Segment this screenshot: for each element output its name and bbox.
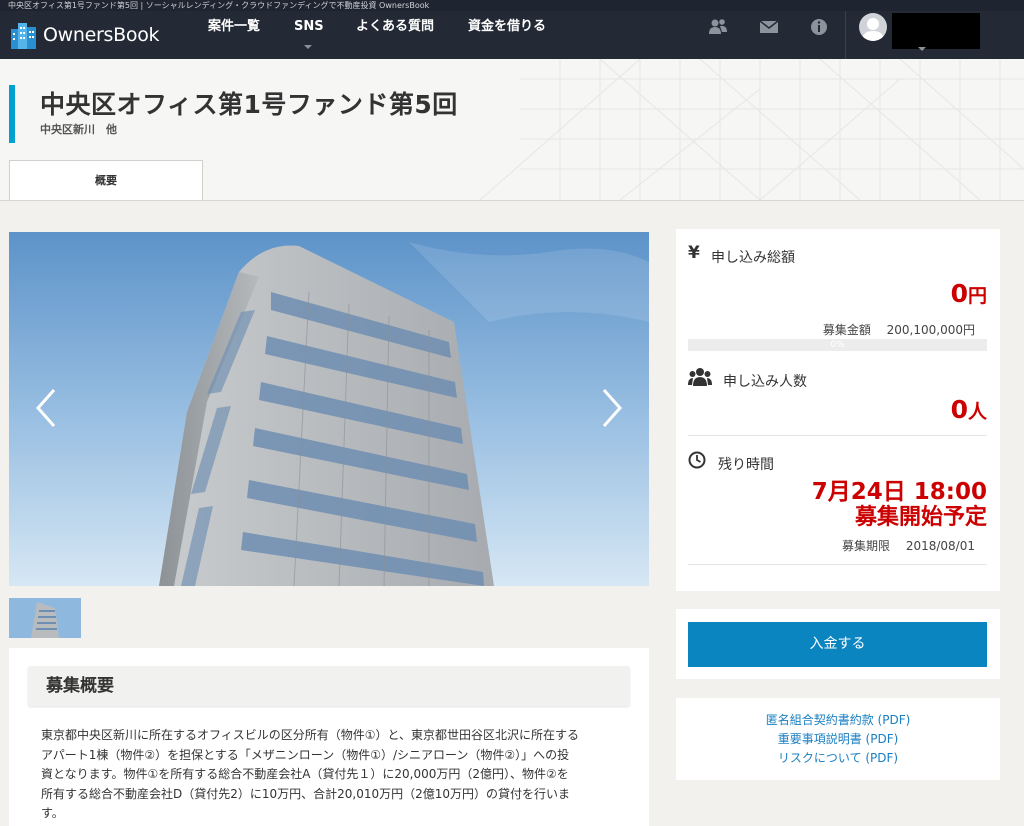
overview-line: 東京都中央区新川に所在するオフィスビルの区分所有（物件①）と、東京都世田谷区北沢…	[41, 728, 580, 742]
total-amount-number: 0	[950, 279, 968, 308]
overview-line: す。	[41, 806, 64, 820]
user-name-redacted[interactable]	[892, 13, 980, 49]
carousel-prev-arrow-icon[interactable]	[34, 388, 58, 428]
nav-item-borrow[interactable]: 資金を借りる	[468, 11, 546, 59]
investors-number: 0	[950, 395, 968, 424]
progress-bar: 0%	[688, 339, 987, 351]
link-contract-terms[interactable]: 匿名組合契約書約款 (PDF)	[676, 711, 1000, 728]
overview-line: 資となります。物件①を所有する総合不動産会社A（貸付先１）に20,000万円（2…	[41, 767, 569, 781]
deadline-value: 2018/08/01	[905, 539, 975, 553]
photo-thumbnail[interactable]	[9, 598, 81, 638]
yen-icon: ¥	[688, 243, 700, 263]
total-amount-value: 0円	[951, 279, 987, 308]
start-status: 募集開始予定	[854, 505, 987, 530]
people-icon	[688, 367, 712, 391]
deposit-button[interactable]: 入金する	[688, 622, 987, 667]
browser-title: 中央区オフィス第1号ファンド第5回 | ソーシャルレンディング・クラウドファンデ…	[0, 0, 1024, 11]
nav-label: SNS	[294, 19, 324, 34]
overview-section: 募集概要 東京都中央区新川に所在するオフィスビルの区分所有（物件①）と、東京都世…	[9, 648, 649, 826]
total-amount-unit: 円	[967, 285, 987, 307]
nav-label: よくある質問	[356, 19, 435, 34]
deadline-label: 募集期限	[841, 539, 890, 553]
overview-line: 所有する総合不動産会社D（貸付先2）に10万円、合計20,010万円（2億10万…	[41, 786, 571, 801]
start-datetime: 7月24日 18:00	[811, 479, 987, 505]
remaining-time-label: 残り時間	[718, 457, 774, 473]
carousel-next-arrow-icon[interactable]	[600, 388, 624, 428]
nav-label: 案件一覧	[208, 19, 261, 34]
nav-item-faq[interactable]: よくある質問	[356, 11, 434, 59]
deposit-box: 入金する	[676, 609, 1000, 679]
chevron-down-icon	[304, 45, 312, 49]
property-photo	[9, 232, 649, 586]
nav-item-sns[interactable]: SNS	[294, 11, 324, 59]
user-menu-chevron-icon[interactable]	[918, 47, 926, 51]
target-amount: 募集金額 200,100,000円	[823, 321, 975, 338]
nav-divider	[845, 11, 846, 59]
tab-overview[interactable]: 概要	[9, 160, 203, 200]
deadline: 募集期限 2018/08/01	[842, 537, 975, 554]
section-heading: 募集概要	[28, 666, 630, 706]
investors-value: 0人	[951, 395, 987, 424]
logo[interactable]: OwnersBook	[9, 19, 160, 51]
progress-text: 0%	[830, 340, 845, 350]
logo-building-icon	[9, 21, 39, 49]
target-amount-label: 募集金額	[822, 323, 871, 337]
users-icon[interactable]	[708, 17, 728, 37]
total-amount-label: 申し込み総額	[711, 250, 795, 266]
nav-item-projects[interactable]: 案件一覧	[208, 11, 260, 59]
funding-status-panel: ¥ 申し込み総額 0円 募集金額 200,100,000円 0% 申し込み人数 …	[676, 229, 1000, 591]
title-accent	[9, 85, 15, 143]
link-disclosure[interactable]: 重要事項説明書 (PDF)	[676, 730, 1000, 747]
target-amount-value: 200,100,000円	[886, 323, 975, 337]
logo-text: OwnersBook	[43, 24, 160, 46]
avatar[interactable]	[859, 13, 887, 41]
investors-unit: 人	[967, 401, 987, 423]
navbar: OwnersBook 案件一覧 SNS よくある質問 資金を借りる	[0, 11, 1024, 59]
nav-label: 資金を借りる	[468, 19, 547, 34]
divider	[688, 564, 987, 565]
documents-box: 匿名組合契約書約款 (PDF) 重要事項説明書 (PDF) リスクについて (P…	[676, 698, 1000, 780]
info-icon[interactable]	[809, 17, 829, 37]
overview-text: 東京都中央区新川に所在するオフィスビルの区分所有（物件①）と、東京都世田谷区北沢…	[41, 726, 623, 824]
project-header: 中央区オフィス第1号ファンド第5回 中央区新川 他 概要	[0, 59, 1024, 201]
page-title: 中央区オフィス第1号ファンド第5回	[40, 90, 458, 119]
link-risks[interactable]: リスクについて (PDF)	[676, 749, 1000, 766]
investors-label: 申し込み人数	[723, 374, 807, 390]
divider	[688, 435, 987, 436]
location-subtitle: 中央区新川 他	[40, 123, 117, 136]
clock-icon	[688, 451, 706, 473]
overview-line: アパート1棟（物件②）を担保とする「メザニンローン（物件①）/シニアローン（物件…	[41, 747, 570, 762]
mail-icon[interactable]	[759, 17, 779, 37]
